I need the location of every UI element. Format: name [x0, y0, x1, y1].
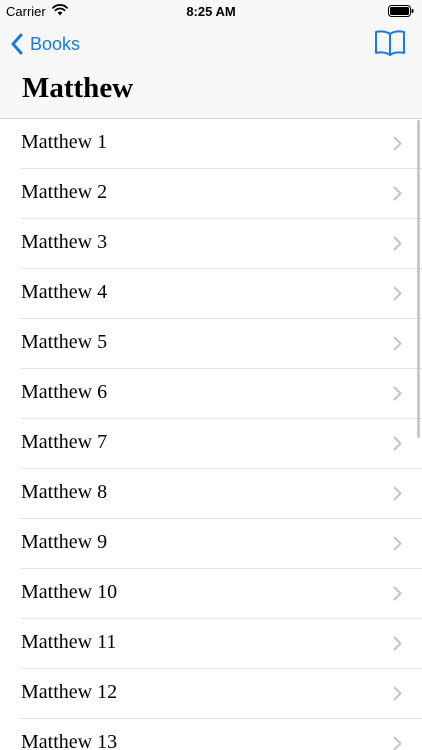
chapter-row-label: Matthew 10	[21, 581, 118, 603]
navigation-bar: Books Matthew	[0, 22, 422, 119]
chapter-row[interactable]: Matthew 11	[0, 619, 422, 669]
chevron-right-icon	[393, 636, 402, 651]
chevron-right-icon	[393, 286, 402, 301]
chapter-row[interactable]: Matthew 1	[0, 119, 422, 169]
chevron-right-icon	[393, 536, 402, 551]
chapter-row[interactable]: Matthew 13	[0, 719, 422, 750]
page-title: Matthew	[22, 72, 134, 104]
chapter-row[interactable]: Matthew 5	[0, 319, 422, 369]
chapter-row-label: Matthew 6	[21, 381, 108, 403]
open-book-icon[interactable]	[374, 28, 406, 58]
chevron-right-icon	[393, 686, 402, 701]
chapter-row[interactable]: Matthew 4	[0, 269, 422, 319]
chevron-left-icon	[11, 33, 23, 55]
chapter-row-label: Matthew 12	[21, 681, 118, 703]
chapter-row-label: Matthew 11	[21, 631, 117, 653]
chevron-right-icon	[393, 136, 402, 151]
back-button[interactable]: Books	[10, 30, 80, 58]
chapter-row-label: Matthew 8	[21, 481, 108, 503]
status-bar: Carrier 8:25 AM	[0, 0, 422, 22]
chevron-right-icon	[393, 336, 402, 351]
chapter-row-label: Matthew 3	[21, 231, 108, 253]
chevron-right-icon	[393, 486, 402, 501]
chevron-right-icon	[393, 586, 402, 601]
chapter-row-label: Matthew 2	[21, 181, 108, 203]
chapter-row-label: Matthew 7	[21, 431, 108, 453]
chevron-right-icon	[393, 236, 402, 251]
scrollbar[interactable]	[417, 120, 420, 438]
back-button-label: Books	[30, 33, 81, 54]
chapter-list[interactable]: Matthew 1 Matthew 2 Matthew 3 Matthew 4 Matt…	[0, 119, 422, 750]
chapter-row[interactable]: Matthew 7	[0, 419, 422, 469]
chevron-right-icon	[393, 386, 402, 401]
chapter-row[interactable]: Matthew 8	[0, 469, 422, 519]
chapter-row[interactable]: Matthew 12	[0, 669, 422, 719]
chevron-right-icon	[393, 186, 402, 201]
chapter-row-label: Matthew 13	[21, 731, 118, 750]
battery-icon	[388, 5, 414, 17]
chapter-row-label: Matthew 9	[21, 531, 108, 553]
chapter-row[interactable]: Matthew 3	[0, 219, 422, 269]
chapter-row-label: Matthew 5	[21, 331, 108, 353]
chevron-right-icon	[393, 736, 402, 750]
chapter-row[interactable]: Matthew 9	[0, 519, 422, 569]
chapter-row[interactable]: Matthew 10	[0, 569, 422, 619]
chapter-row[interactable]: Matthew 2	[0, 169, 422, 219]
chapter-row-label: Matthew 4	[21, 281, 108, 303]
chapter-row-label: Matthew 1	[21, 131, 108, 153]
status-time: 8:25 AM	[186, 4, 236, 19]
chevron-right-icon	[393, 436, 402, 451]
chapter-row[interactable]: Matthew 6	[0, 369, 422, 419]
